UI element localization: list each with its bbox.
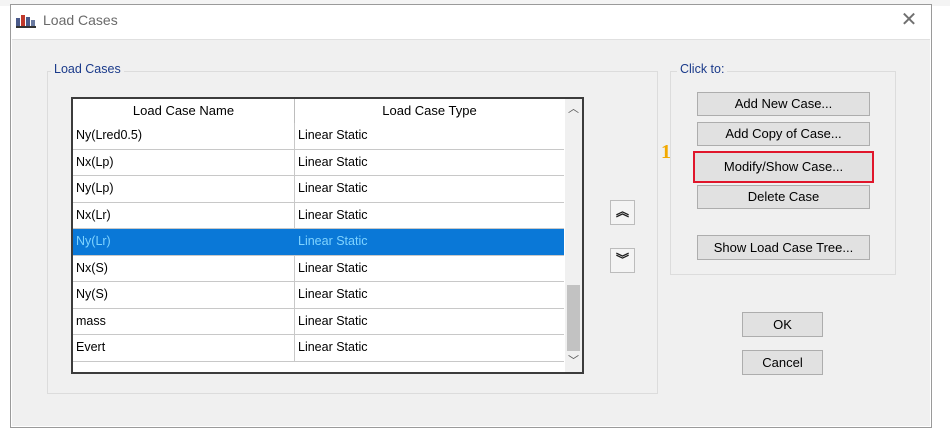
load-case-type-cell[interactable]: Linear Static [295,335,564,361]
load-case-type-cell[interactable]: Linear Static [295,309,564,335]
load-case-type-cell[interactable]: Linear Static [295,282,564,308]
vertical-scrollbar[interactable]: ︿ ﹀ [565,99,582,372]
table-row[interactable]: Nx(Lr) Linear Static [73,202,564,229]
ok-button[interactable]: OK [742,312,823,337]
load-case-name-cell[interactable]: Ny(Lr) [73,229,295,255]
load-case-type-cell[interactable]: Linear Static [295,176,564,202]
column-header-type[interactable]: Load Case Type [295,99,564,123]
table-row[interactable]: Evert Linear Static [73,335,564,362]
click-to-group-label: Click to: [677,62,728,76]
load-case-type-cell[interactable]: Linear Static [295,203,564,229]
load-case-name-cell[interactable]: Nx(Lr) [73,202,295,228]
step-marker-annotation: 1 [661,141,671,163]
scroll-down-icon[interactable]: ﹀ [565,353,582,370]
modify-show-case-button[interactable]: Modify/Show Case... [693,151,874,183]
table-row[interactable]: mass Linear Static [73,308,564,335]
table-row[interactable]: Ny(Lr) Linear Static [73,229,564,256]
table-row[interactable]: Ny(S) Linear Static [73,282,564,309]
column-header-name[interactable]: Load Case Name [73,99,295,123]
app-icon [16,15,36,28]
load-case-type-cell[interactable]: Linear Static [295,150,564,176]
dialog-client-area: Load Cases Load Case Name Load Case Type… [12,39,930,426]
table-row[interactable]: Ny(Lp) Linear Static [73,176,564,203]
load-case-name-cell[interactable]: Ny(S) [73,282,295,308]
load-case-type-cell[interactable]: Linear Static [295,123,564,149]
load-case-name-cell[interactable]: Ny(Lp) [73,176,295,202]
table-row[interactable]: Ny(Lred0.5) Linear Static [73,123,564,150]
table-row[interactable]: Nx(Lp) Linear Static [73,149,564,176]
window-title: Load Cases [43,12,118,28]
cancel-button[interactable]: Cancel [742,350,823,375]
add-copy-of-case-button[interactable]: Add Copy of Case... [697,122,870,146]
close-icon[interactable]: ✕ [897,8,921,32]
add-new-case-button[interactable]: Add New Case... [697,92,870,116]
scroll-up-icon[interactable]: ︿ [565,101,582,118]
load-case-type-cell[interactable]: Linear Static [295,256,564,282]
load-case-type-cell[interactable]: Linear Static [295,229,564,255]
title-bar: Load Cases ✕ [11,5,931,39]
move-up-button[interactable]: ︽ [610,200,635,225]
load-cases-table[interactable]: Load Case Name Load Case Type Ny(Lred0.5… [71,97,584,374]
load-case-name-cell[interactable]: Nx(Lp) [73,149,295,175]
show-load-case-tree-button[interactable]: Show Load Case Tree... [697,235,870,260]
load-case-name-cell[interactable]: mass [73,308,295,334]
load-case-name-cell[interactable]: Ny(Lred0.5) [73,123,295,149]
load-cases-dialog: Load Cases ✕ Load Cases Load Case Name L… [10,4,932,428]
table-row[interactable]: Nx(S) Linear Static [73,255,564,282]
load-cases-group-label: Load Cases [51,62,124,76]
load-case-name-cell[interactable]: Evert [73,335,295,361]
scrollbar-thumb[interactable] [567,285,580,351]
move-down-button[interactable]: ︾ [610,248,635,273]
table-header: Load Case Name Load Case Type [73,99,564,124]
load-case-name-cell[interactable]: Nx(S) [73,255,295,281]
delete-case-button[interactable]: Delete Case [697,185,870,209]
